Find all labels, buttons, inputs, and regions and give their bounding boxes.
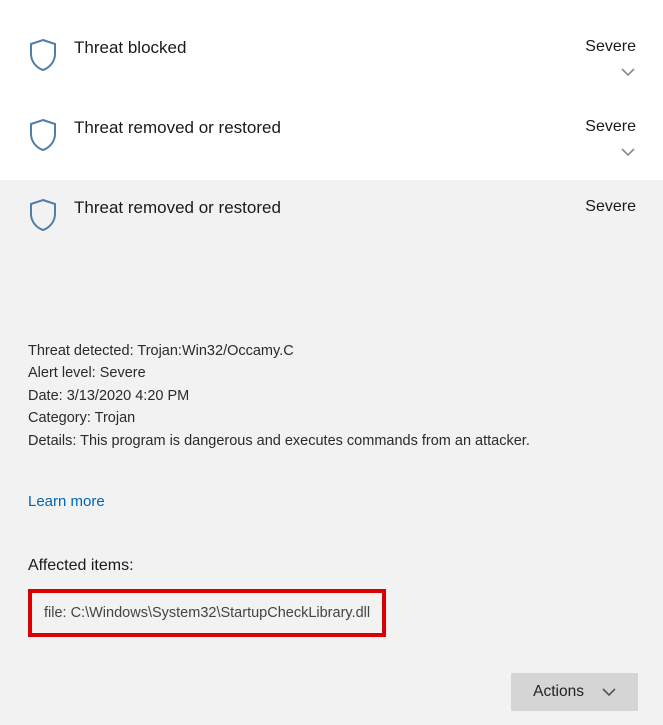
threat-main: Threat blocked Severe [74,38,638,58]
detail-threat-detected: Threat detected: Trojan:Win32/Occamy.C [28,340,638,362]
threat-severity: Severe [585,198,636,216]
threat-main: Threat removed or restored Severe [74,118,638,138]
shield-icon [28,198,58,232]
threat-severity: Severe [585,38,636,56]
detail-label: Threat detected: [28,343,134,359]
affected-item-highlight: file: C:\Windows\System32\StartupCheckLi… [28,589,386,637]
actions-button[interactable]: Actions [511,673,638,711]
affected-items-heading: Affected items: [28,554,638,579]
detail-category: Category: Trojan [28,407,638,429]
threat-item-expanded[interactable]: Threat removed or restored Severe [0,180,663,260]
detail-value: 3/13/2020 4:20 PM [67,388,190,404]
threat-title: Threat blocked [74,38,186,58]
chevron-down-icon [602,688,616,697]
shield-icon [28,38,58,72]
detail-value: Severe [100,365,146,381]
threat-title: Threat removed or restored [74,198,281,218]
detail-label: Category: [28,410,91,426]
detail-details: Details: This program is dangerous and e… [28,430,638,452]
threat-list: Threat blocked Severe Threat removed or … [0,0,663,725]
actions-label: Actions [533,683,584,701]
detail-alert-level: Alert level: Severe [28,362,638,384]
threat-severity: Severe [585,118,636,136]
expand-chevron[interactable] [621,144,635,161]
threat-item[interactable]: Threat blocked Severe [0,20,663,100]
threat-main: Threat removed or restored Severe [74,198,638,218]
learn-more-link[interactable]: Learn more [28,490,105,513]
detail-date: Date: 3/13/2020 4:20 PM [28,385,638,407]
affected-item-path: file: C:\Windows\System32\StartupCheckLi… [44,605,370,621]
threat-item[interactable]: Threat removed or restored Severe [0,100,663,180]
detail-label: Alert level: [28,365,96,381]
actions-row: Actions [28,673,638,711]
shield-icon [28,118,58,152]
detail-value: Trojan [95,410,136,426]
threat-title: Threat removed or restored [74,118,281,138]
detail-label: Details: [28,433,76,449]
expand-chevron[interactable] [621,64,635,81]
detail-label: Date: [28,388,63,404]
detail-value: Trojan:Win32/Occamy.C [137,343,293,359]
threat-details: Threat detected: Trojan:Win32/Occamy.C A… [0,260,663,725]
detail-value: This program is dangerous and executes c… [80,433,530,449]
